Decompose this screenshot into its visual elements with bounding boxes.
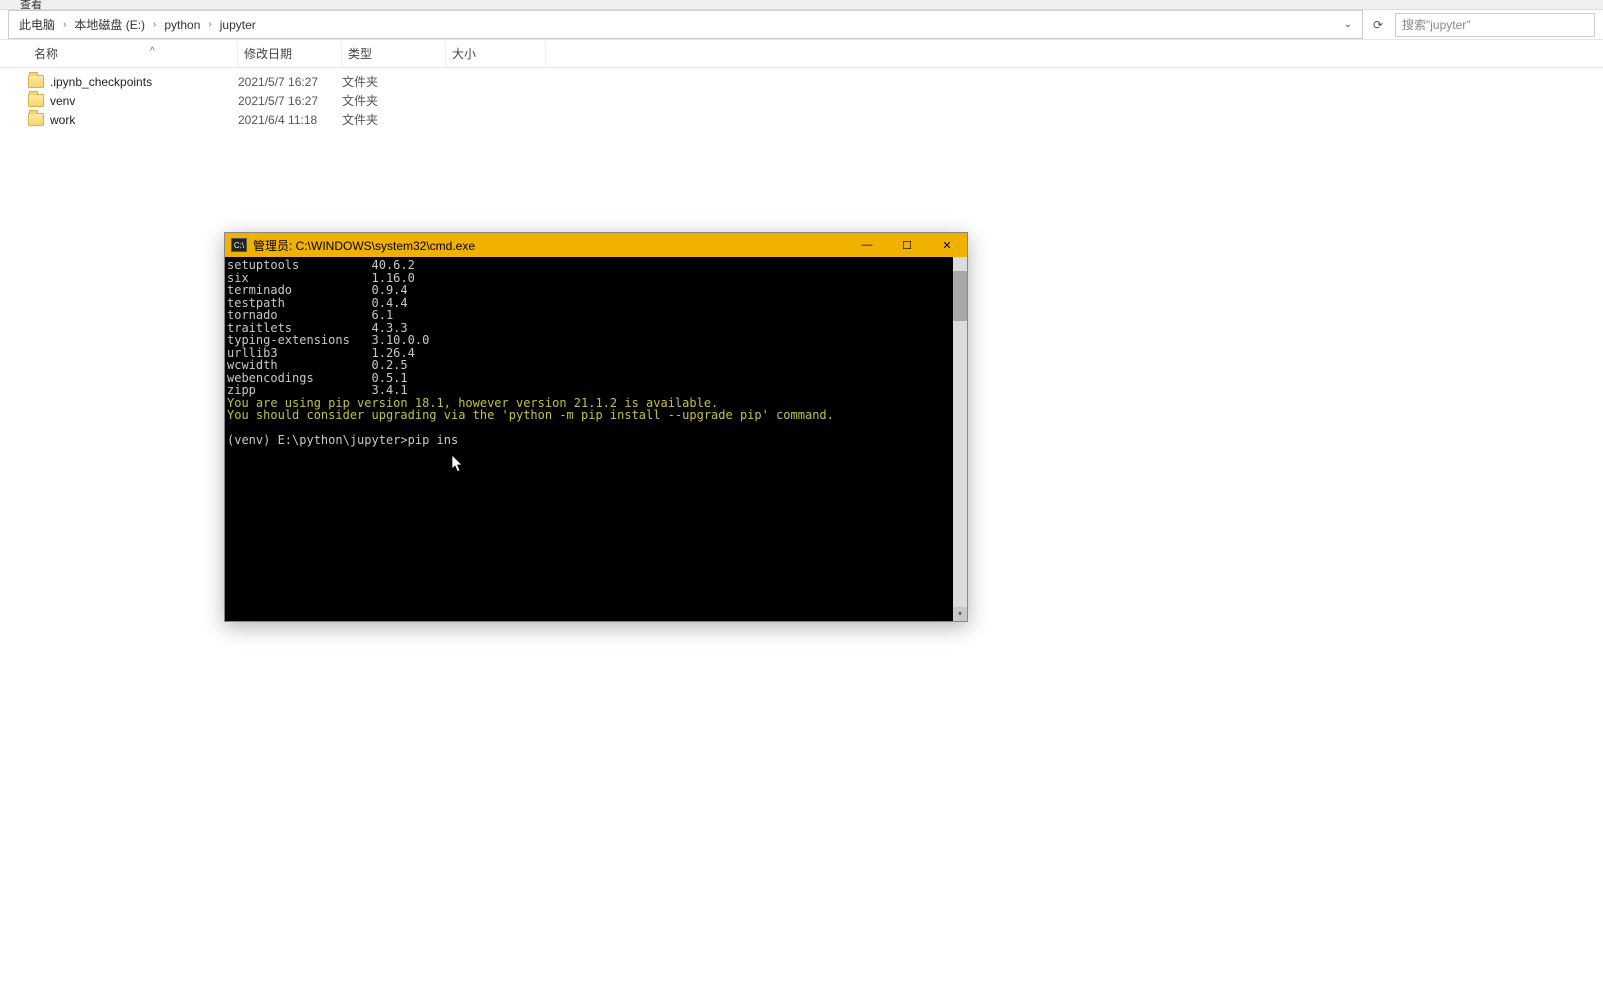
- scrollbar-thumb[interactable]: [953, 271, 967, 321]
- chevron-right-icon: ›: [153, 19, 156, 30]
- column-headers: 名称 ^ 修改日期 类型 大小: [0, 40, 1603, 68]
- list-item[interactable]: venv 2021/5/7 16:27 文件夹: [0, 91, 1603, 110]
- column-header-type[interactable]: 类型: [342, 41, 446, 66]
- folder-icon: [28, 113, 44, 126]
- breadcrumb-folder-jupyter[interactable]: jupyter: [216, 16, 260, 34]
- file-date: 2021/5/7 16:27: [238, 75, 342, 89]
- file-type: 文件夹: [342, 73, 446, 90]
- close-button[interactable]: ✕: [927, 233, 967, 257]
- sort-ascending-icon: ^: [150, 46, 155, 57]
- cmd-body[interactable]: setuptools 40.6.2 six 1.16.0 terminado 0…: [225, 257, 967, 621]
- chevron-right-icon: ›: [208, 19, 211, 30]
- refresh-icon: ⟳: [1373, 18, 1383, 32]
- maximize-button[interactable]: ☐: [887, 233, 927, 257]
- address-bar: 此电脑 › 本地磁盘 (E:) › python › jupyter ⌄ ⟳ 搜…: [0, 10, 1603, 40]
- file-type: 文件夹: [342, 111, 446, 128]
- search-placeholder: 搜索"jupyter": [1402, 16, 1471, 33]
- column-header-name[interactable]: 名称 ^: [28, 41, 238, 66]
- file-name: work: [50, 113, 75, 127]
- column-header-name-label: 名称: [34, 45, 58, 62]
- close-icon: ✕: [942, 239, 951, 252]
- minimize-button[interactable]: ―: [847, 233, 887, 257]
- file-date: 2021/6/4 11:18: [238, 113, 342, 127]
- dropdown-icon[interactable]: ⌄: [1344, 19, 1352, 30]
- search-input[interactable]: 搜索"jupyter": [1395, 13, 1595, 37]
- scroll-down-icon[interactable]: ▾: [953, 607, 967, 621]
- scrollbar[interactable]: ▴ ▾: [953, 257, 967, 621]
- list-item[interactable]: .ipynb_checkpoints 2021/5/7 16:27 文件夹: [0, 72, 1603, 91]
- cmd-output: setuptools 40.6.2 six 1.16.0 terminado 0…: [227, 259, 965, 447]
- file-list: .ipynb_checkpoints 2021/5/7 16:27 文件夹 ve…: [0, 68, 1603, 133]
- minimize-icon: ―: [862, 239, 873, 251]
- maximize-icon: ☐: [902, 239, 912, 252]
- breadcrumb-folder-python[interactable]: python: [160, 16, 204, 34]
- file-date: 2021/5/7 16:27: [238, 94, 342, 108]
- column-header-date[interactable]: 修改日期: [238, 41, 342, 66]
- column-header-size[interactable]: 大小: [446, 41, 546, 66]
- chevron-right-icon: ›: [63, 19, 66, 30]
- breadcrumb-drive[interactable]: 本地磁盘 (E:): [70, 14, 149, 35]
- folder-icon: [28, 94, 44, 107]
- ribbon-tab-bar: 查看: [0, 0, 1603, 10]
- breadcrumb-root[interactable]: 此电脑: [15, 14, 59, 35]
- cmd-window: C:\ 管理员: C:\WINDOWS\system32\cmd.exe ― ☐…: [224, 232, 968, 622]
- refresh-button[interactable]: ⟳: [1367, 14, 1389, 36]
- breadcrumb[interactable]: 此电脑 › 本地磁盘 (E:) › python › jupyter ⌄: [8, 10, 1363, 39]
- scrollbar-track[interactable]: [953, 271, 967, 607]
- cmd-icon: C:\: [231, 238, 247, 252]
- file-type: 文件夹: [342, 92, 446, 109]
- cmd-title-text: 管理员: C:\WINDOWS\system32\cmd.exe: [253, 237, 475, 254]
- folder-icon: [28, 75, 44, 88]
- file-name: .ipynb_checkpoints: [50, 75, 152, 89]
- list-item[interactable]: work 2021/6/4 11:18 文件夹: [0, 110, 1603, 129]
- file-name: venv: [50, 94, 75, 108]
- cmd-titlebar[interactable]: C:\ 管理员: C:\WINDOWS\system32\cmd.exe ― ☐…: [225, 233, 967, 257]
